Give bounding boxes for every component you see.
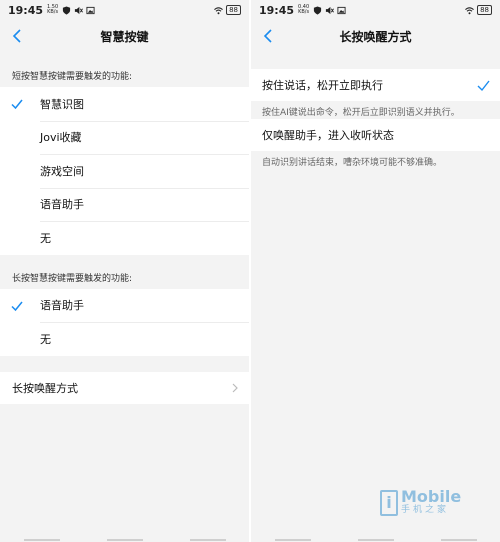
battery-indicator: 88 (477, 5, 492, 15)
image-icon (337, 6, 346, 14)
nav-bar: 长按唤醒方式 (251, 20, 500, 52)
smart-key-screen: 19:45 1.50 KB/s 88 智慧按键 短按智慧按键需要触发的功能: 智… (0, 0, 249, 542)
network-speed: 1.50 KB/s (47, 4, 59, 15)
wake-mode-row[interactable]: 长按唤醒方式 (0, 371, 249, 404)
option-label: Jovi收藏 (40, 131, 82, 145)
option-label: 无 (40, 231, 51, 245)
option-label: 仅唤醒助手，进入收听状态 (262, 129, 394, 142)
option-none[interactable]: 无 (0, 221, 249, 255)
option-voice-assistant[interactable]: 语音助手 (0, 187, 249, 222)
short-press-options: 智慧识图 Jovi收藏 游戏空间 语音助手 无 (0, 87, 249, 255)
long-press-section-label: 长按智慧按键需要触发的功能: (12, 273, 133, 284)
short-press-section-label: 短按智慧按键需要触发的功能: (12, 72, 133, 82)
long-press-options: 语音助手 无 (0, 288, 249, 356)
option-smart-vision[interactable]: 智慧识图 (0, 87, 249, 121)
watermark-sub-text: 手机之家 (401, 505, 450, 515)
back-arrow-icon[interactable] (8, 26, 28, 46)
chevron-right-icon (232, 383, 238, 392)
option-none-long[interactable]: 无 (0, 322, 249, 356)
page-title: 长按唤醒方式 (339, 29, 412, 44)
status-bar: 19:45 1.50 KB/s 88 (0, 0, 249, 20)
option-voice-assistant-long[interactable]: 语音助手 (0, 289, 249, 323)
shield-icon (63, 5, 71, 15)
status-time: 19:45 (8, 3, 44, 17)
option-jovi-favorites[interactable]: Jovi收藏 (0, 120, 249, 155)
watermark-main-text: Mobile (401, 487, 462, 506)
mute-icon (75, 6, 84, 14)
status-time: 19:45 (259, 3, 295, 17)
checkmark-icon (11, 99, 23, 110)
option-label: 语音助手 (40, 198, 84, 212)
status-bar: 19:45 0.40 KB/s 88 (251, 0, 500, 20)
option-label: 无 (40, 332, 51, 346)
option-label: 按住说话，松开立即执行 (262, 79, 383, 92)
option-push-to-talk[interactable]: 按住说话，松开立即执行 (251, 69, 500, 101)
option-game-space[interactable]: 游戏空间 (0, 154, 249, 188)
page-title: 智慧按键 (100, 29, 149, 44)
back-arrow-icon[interactable] (259, 26, 279, 46)
option-description: 自动识别讲话结束，嘈杂环境可能不够准确。 (262, 158, 443, 168)
option-label: 游戏空间 (40, 164, 84, 178)
image-icon (86, 6, 95, 14)
checkmark-icon (477, 80, 490, 92)
mute-icon (326, 6, 335, 14)
option-description: 按住AI键说出命令，松开后立即识别语义并执行。 (262, 108, 460, 118)
imobile-watermark-logo: i Mobile 手机之家 (380, 489, 461, 516)
option-label: 语音助手 (40, 299, 84, 313)
watermark-letter: i (380, 489, 398, 516)
wifi-icon (214, 6, 223, 14)
shield-icon (314, 5, 322, 15)
checkmark-icon (11, 301, 23, 311)
nav-bar: 智慧按键 (0, 20, 249, 52)
battery-indicator: 88 (226, 5, 241, 15)
wake-mode-label: 长按唤醒方式 (12, 381, 78, 395)
wifi-icon (465, 6, 474, 14)
option-label: 智慧识图 (40, 97, 84, 111)
wake-mode-screen: 19:45 0.40 KB/s 88 长按唤醒方式 按住说话，松开立即执行 按住… (251, 0, 500, 542)
option-wake-only[interactable]: 仅唤醒助手，进入收听状态 (251, 119, 500, 151)
network-speed: 0.40 KB/s (298, 4, 310, 15)
